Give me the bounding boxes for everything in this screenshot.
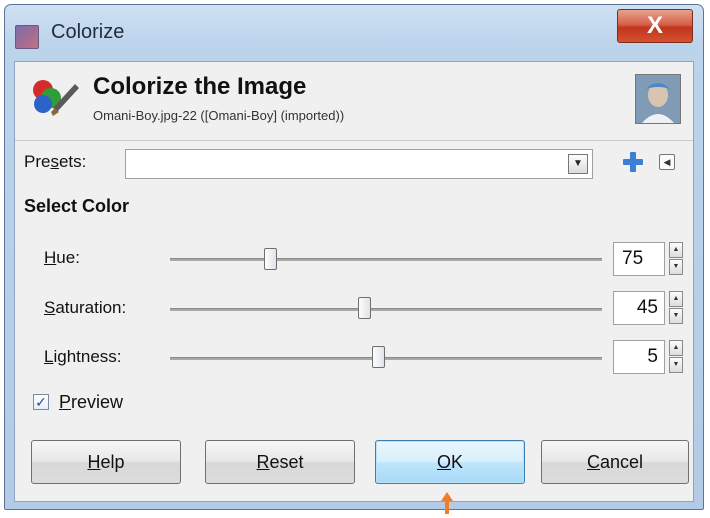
cancel-button-mnemonic: C — [586, 452, 600, 472]
select-color-heading: Select Color — [24, 196, 130, 216]
hue-label: Hue: — [44, 248, 80, 268]
preview-label-mnemonic: P — [59, 392, 72, 412]
hue-slider-thumb[interactable] — [264, 248, 277, 270]
saturation-value-field[interactable]: 45 — [613, 291, 665, 325]
saturation-slider-track[interactable] — [170, 308, 602, 311]
reset-button[interactable]: Reset — [205, 440, 355, 484]
reset-button-mnemonic: R — [256, 452, 270, 472]
lightness-value-field[interactable]: 5 — [613, 340, 665, 374]
help-button-mnemonic: H — [87, 452, 101, 472]
lightness-slider-track[interactable] — [170, 357, 602, 360]
cancel-button[interactable]: Cancel — [541, 440, 689, 484]
dialog-header: Colorize the Image Omani-Boy.jpg-22 ([Om… — [15, 62, 693, 141]
presets-combobox[interactable]: ▼ — [125, 149, 593, 179]
colorize-tool-icon — [33, 80, 79, 116]
colorize-window: Colorize X Colorize the Image Omani-Boy.… — [4, 4, 704, 510]
spin-down-icon[interactable]: ▼ — [669, 308, 683, 324]
gimp-app-icon — [15, 25, 39, 49]
saturation-label-mnemonic: S — [44, 298, 56, 317]
dialog-title: Colorize the Image — [93, 73, 307, 100]
presets-label: Presets: — [24, 152, 86, 172]
dialog-content: Colorize the Image Omani-Boy.jpg-22 ([Om… — [14, 61, 694, 502]
spin-up-icon[interactable]: ▲ — [669, 242, 683, 258]
presets-label-mnemonic: s — [50, 152, 59, 171]
ok-button[interactable]: OK — [375, 440, 525, 484]
saturation-label-rest: aturation: — [55, 298, 127, 317]
spin-down-icon[interactable]: ▼ — [669, 357, 683, 373]
spin-up-icon[interactable]: ▲ — [669, 340, 683, 356]
lightness-spin-buttons: ▲ ▼ — [669, 340, 683, 374]
help-button[interactable]: Help — [31, 440, 181, 484]
hue-spin-buttons: ▲ ▼ — [669, 242, 683, 276]
hue-slider-track[interactable] — [170, 258, 602, 261]
reset-button-rest: eset — [269, 452, 304, 472]
lightness-label: Lightness: — [44, 347, 122, 367]
help-button-rest: elp — [100, 452, 125, 472]
lightness-slider-thumb[interactable] — [372, 346, 385, 368]
ok-button-mnemonic: O — [436, 452, 451, 472]
triangle-left-icon[interactable]: ◀ — [659, 154, 675, 170]
presets-label-end: ets: — [58, 152, 87, 171]
lightness-label-rest: ightness: — [53, 347, 122, 366]
image-name-subtitle: Omani-Boy.jpg-22 ([Omani-Boy] (imported)… — [93, 108, 345, 123]
plus-icon[interactable] — [621, 150, 645, 174]
presets-label-start: Pre — [24, 152, 51, 171]
title-bar[interactable]: Colorize X — [5, 5, 703, 61]
image-thumbnail — [635, 74, 681, 124]
chevron-down-icon[interactable]: ▼ — [568, 154, 588, 174]
spin-up-icon[interactable]: ▲ — [669, 291, 683, 307]
ok-button-rest: K — [451, 452, 464, 472]
spin-down-icon[interactable]: ▼ — [669, 259, 683, 275]
saturation-label: Saturation: — [44, 298, 126, 318]
saturation-slider-thumb[interactable] — [358, 297, 371, 319]
arrow-up-icon — [441, 492, 453, 514]
close-button[interactable]: X — [617, 9, 693, 43]
preview-label-rest: review — [71, 392, 124, 412]
preview-label[interactable]: Preview — [59, 392, 123, 413]
cancel-button-rest: ancel — [599, 452, 644, 472]
saturation-spin-buttons: ▲ ▼ — [669, 291, 683, 325]
window-title: Colorize — [51, 21, 125, 43]
hue-value-field[interactable]: 75 — [613, 242, 665, 276]
image-thumbnail-art — [636, 75, 680, 123]
hue-label-rest: ue: — [56, 248, 80, 267]
hue-label-mnemonic: H — [44, 248, 57, 267]
preview-checkbox[interactable]: ✓ — [33, 394, 49, 410]
